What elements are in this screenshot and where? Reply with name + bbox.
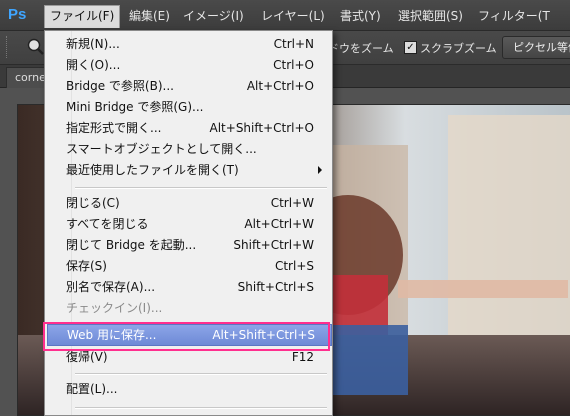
zoom-tool-icon[interactable]: [26, 37, 46, 57]
actual-pixels-button[interactable]: ピクセル等倍: [502, 36, 570, 59]
menu-item-shortcut: F12: [291, 350, 314, 364]
menu-item-close[interactable]: 閉じる(C) Ctrl+W: [47, 193, 330, 213]
menu-item-shortcut: Alt+Ctrl+W: [244, 217, 314, 231]
menu-item-shortcut: Alt+Ctrl+O: [246, 79, 314, 93]
menu-item-close-all[interactable]: すべてを閉じる Alt+Ctrl+W: [47, 214, 330, 234]
menu-item-label: 最近使用したファイルを開く(T): [66, 163, 239, 177]
menu-item-save-for-web[interactable]: Web 用に保存... Alt+Shift+Ctrl+S: [47, 324, 332, 346]
menu-item-shortcut: Ctrl+W: [270, 196, 314, 210]
menu-edit[interactable]: 編集(E): [124, 6, 175, 26]
menu-item-label: すべてを閉じる: [66, 217, 149, 231]
menu-item-shortcut: Shift+Ctrl+S: [237, 280, 314, 294]
menu-item-revert[interactable]: 復帰(V) F12: [47, 347, 330, 367]
menu-item-open-as-smart-object[interactable]: スマートオブジェクトとして開く...: [47, 139, 330, 159]
menu-item-shortcut: Alt+Shift+Ctrl+S: [212, 328, 315, 342]
menu-item-label: チェックイン(I)...: [66, 301, 163, 315]
menu-item-new[interactable]: 新規(N)... Ctrl+N: [47, 34, 330, 54]
menu-item-shortcut: Alt+Shift+Ctrl+O: [209, 121, 314, 135]
menu-item-label: 指定形式で開く...: [66, 121, 162, 135]
menu-type[interactable]: 書式(Y): [335, 6, 386, 26]
menu-bar: Ps ファイル(F) 編集(E) イメージ(I) レイヤー(L) 書式(Y) 選…: [0, 0, 570, 31]
menu-separator: [75, 187, 327, 189]
menu-item-shortcut: Shift+Ctrl+W: [233, 238, 314, 252]
menu-item-open-as[interactable]: 指定形式で開く... Alt+Shift+Ctrl+O: [47, 118, 330, 138]
menu-item-label: 閉じる(C): [66, 196, 120, 210]
menu-item-label: Mini Bridge で参照(G)...: [66, 100, 204, 114]
menu-item-close-and-go-to-bridge[interactable]: 閉じて Bridge を起動... Shift+Ctrl+W: [47, 235, 330, 255]
menu-item-shortcut: Ctrl+O: [273, 58, 314, 72]
resize-window-zoom-label: ドウをズーム: [328, 42, 394, 55]
menu-item-label: 配置(L)...: [66, 382, 118, 396]
menu-file[interactable]: ファイル(F): [44, 5, 121, 28]
menu-image[interactable]: イメージ(I): [178, 6, 249, 26]
menu-item-check-in: チェックイン(I)...: [47, 298, 330, 318]
photoshop-logo: Ps: [8, 6, 27, 23]
submenu-arrow-icon: [318, 166, 322, 174]
menu-item-label: 開く(O)...: [66, 58, 121, 72]
menu-item-save-as[interactable]: 別名で保存(A)... Shift+Ctrl+S: [47, 277, 330, 297]
menu-item-label: 保存(S): [66, 259, 107, 273]
menu-item-browse-in-mini-bridge[interactable]: Mini Bridge で参照(G)...: [47, 97, 330, 117]
menu-filter[interactable]: フィルター(T: [473, 6, 555, 26]
menu-separator: [75, 407, 327, 409]
options-grip[interactable]: [6, 36, 11, 58]
menu-item-label: スマートオブジェクトとして開く...: [66, 142, 257, 156]
scrubby-zoom-checkbox[interactable]: ✓: [404, 41, 417, 54]
menu-item-open-recent[interactable]: 最近使用したファイルを開く(T): [47, 160, 330, 180]
menu-item-label: 別名で保存(A)...: [66, 280, 156, 294]
menu-item-open[interactable]: 開く(O)... Ctrl+O: [47, 55, 330, 75]
menu-item-label: Bridge で参照(B)...: [66, 79, 174, 93]
menu-separator: [75, 373, 327, 375]
menu-item-place[interactable]: 配置(L)...: [47, 379, 330, 399]
menu-layer[interactable]: レイヤー(L): [256, 6, 330, 26]
menu-item-label: Web 用に保存...: [67, 328, 157, 342]
menu-item-label: 復帰(V): [66, 350, 108, 364]
menu-item-shortcut: Ctrl+N: [273, 37, 314, 51]
menu-select[interactable]: 選択範囲(S): [393, 6, 468, 26]
file-menu-dropdown: 新規(N)... Ctrl+N 開く(O)... Ctrl+O Bridge で…: [44, 30, 333, 416]
menu-item-label: 閉じて Bridge を起動...: [66, 238, 197, 252]
menu-item-shortcut: Ctrl+S: [274, 259, 314, 273]
menu-item-label: 新規(N)...: [66, 37, 120, 51]
menu-item-browse-in-bridge[interactable]: Bridge で参照(B)... Alt+Ctrl+O: [47, 76, 330, 96]
scrubby-zoom-label: スクラブズーム: [420, 42, 497, 55]
menu-item-save[interactable]: 保存(S) Ctrl+S: [47, 256, 330, 276]
